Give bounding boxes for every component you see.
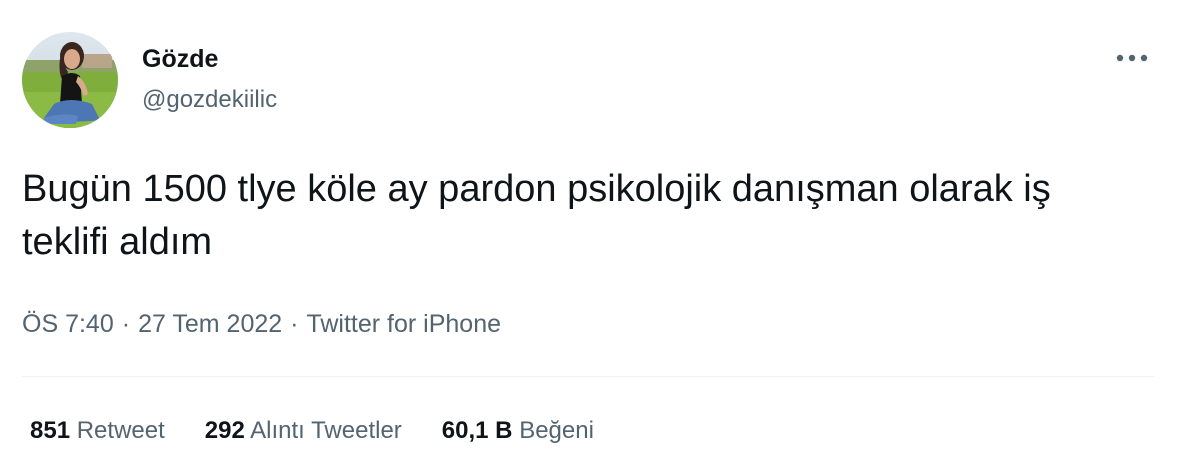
retweets-stat[interactable]: 851 Retweet [30, 414, 165, 448]
author-name[interactable]: Gözde [142, 44, 218, 74]
tweet-text: Bugün 1500 tlye köle ay pardon psikoloji… [22, 168, 1051, 263]
tweet-time[interactable]: ÖS 7:40 [22, 310, 114, 338]
quotes-count: 292 [204, 417, 245, 444]
tweet-date[interactable]: 27 Tem 2022 [138, 310, 282, 338]
retweets-count: 851 [30, 417, 71, 444]
quotes-stat[interactable]: 292 Alıntı Tweetler [205, 414, 402, 448]
retweets-label: Retweet [76, 417, 165, 444]
quotes-label: Alıntı Tweetler [250, 417, 402, 444]
tweet-source[interactable]: Twitter for iPhone [306, 310, 501, 338]
more-options-button[interactable] [1108, 40, 1156, 76]
likes-count: 60,1 B [441, 417, 513, 444]
likes-label: Beğeni [519, 417, 594, 444]
meta-separator: · [121, 310, 131, 338]
avatar[interactable] [22, 32, 118, 128]
tweet-stats: 851 Retweet 292 Alıntı Tweetler 60,1 B B… [30, 414, 594, 448]
meta-separator: · [290, 310, 299, 338]
likes-stat[interactable]: 60,1 B Beğeni [442, 414, 594, 448]
more-horizontal-icon [1116, 54, 1148, 62]
tweet-meta: ÖS 7:40 · 27 Tem 2022 · Twitter for iPhone [22, 307, 501, 341]
tweet-card: Gözde @gozdekiilic Bugün 1500 tlye köle … [0, 0, 1182, 470]
profile-photo-icon [22, 32, 118, 128]
author-handle[interactable]: @gozdekiilic [142, 85, 277, 115]
divider [22, 376, 1155, 377]
